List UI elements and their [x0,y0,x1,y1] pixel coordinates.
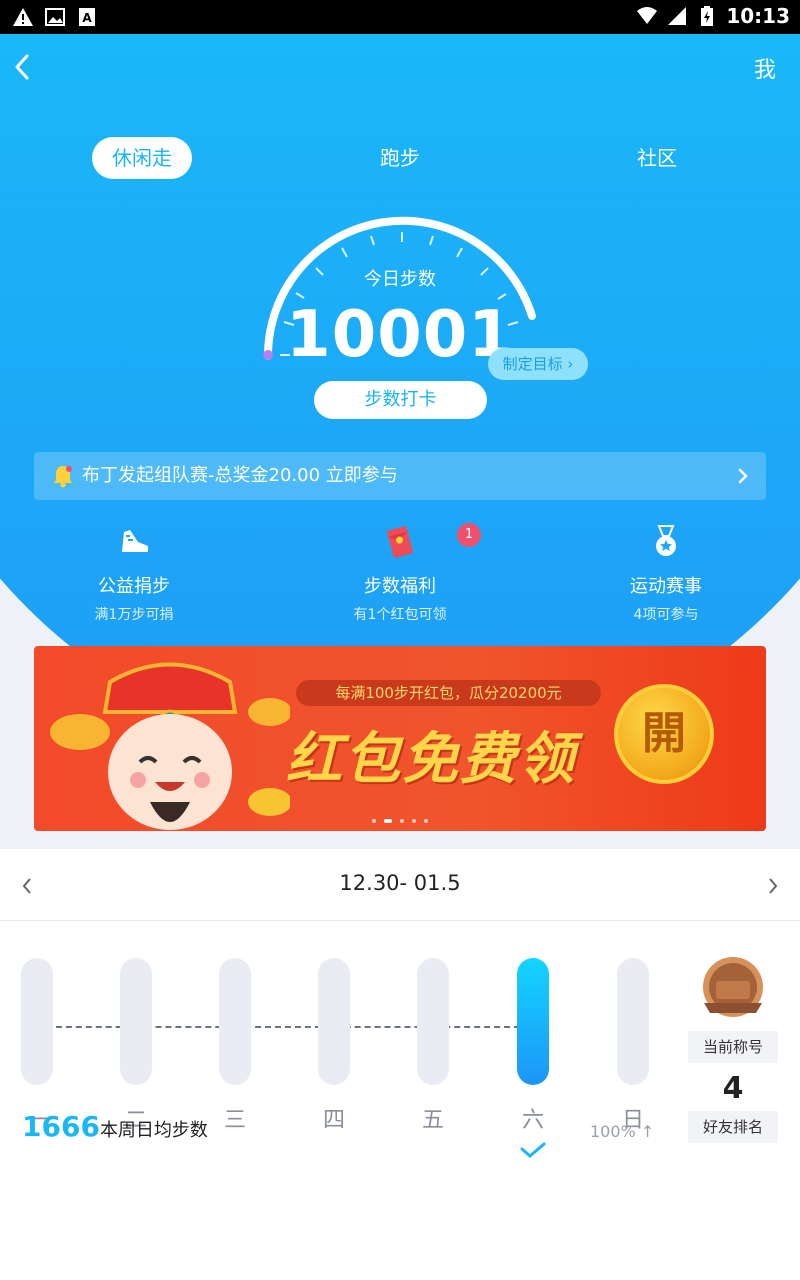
open-coin-button[interactable]: 開 [614,684,714,784]
carousel-dot [384,819,392,823]
fortune-god-illustration [50,662,290,830]
percent-value: 100% [590,1122,636,1141]
carousel-dots [34,808,766,827]
set-goal-label: 制定目标 [502,355,563,373]
chevron-right-icon[interactable] [766,877,780,895]
banner-promo: 每满100步开红包，瓜分20200元 [296,680,601,706]
red-envelope-icon [387,526,413,558]
profile-button[interactable]: 我 [754,52,776,84]
carousel-dot [400,819,404,823]
day-bar[interactable] [417,958,449,1085]
team-race-notice[interactable]: 布丁发起组队赛-总奖金20.00 立即参与 [34,452,766,500]
battery-icon [701,6,714,26]
average-label: 本周日均步数 [99,1120,208,1141]
tab-run[interactable]: 跑步 [370,137,430,179]
svg-text:A: A [82,11,92,25]
carousel-dot [424,819,428,823]
friend-rank-label[interactable]: 好友排名 [688,1111,778,1143]
chevron-right-icon: › [567,355,574,373]
gauge-label: 今日步数 [364,269,436,290]
font-icon: A [79,8,95,26]
warning-icon [13,8,33,26]
week-selector: 12.30- 01.5 [0,849,800,921]
day-bar[interactable] [219,958,251,1085]
step-count: 10001 [286,298,514,372]
feature-subtitle: 有1个红包可领 [353,607,447,623]
back-icon[interactable] [8,52,38,82]
feature-charity-steps[interactable]: 公益捐步 满1万步可捐 [34,520,234,624]
day-bar[interactable] [120,958,152,1085]
friend-rank-value: 4 [722,1071,744,1106]
weekly-average: 1666本周日均步数 [22,1110,208,1143]
average-value: 1666 [22,1110,100,1143]
title-badge-icon[interactable] [698,955,768,1025]
carousel-dot [372,819,376,823]
day-bar[interactable] [21,958,53,1085]
carousel-dot [412,819,416,823]
feature-sports-events[interactable]: 运动赛事 4项可参与 [566,520,766,624]
clock: 10:13 [726,4,790,28]
tab-bar: 休闲走 跑步 社区 [0,137,800,179]
week-range: 12.30- 01.5 [339,871,461,895]
notice-text: 布丁发起组队赛-总奖金20.00 立即参与 [82,465,398,486]
image-icon [45,8,65,26]
shoe-icon [122,530,148,552]
wifi-icon [637,7,658,24]
feature-title: 步数福利 [364,576,436,597]
day-bar-fill [517,958,549,1085]
signal-icon [668,7,687,25]
day-label: 三 [223,1108,246,1133]
set-goal-button[interactable]: 制定目标 › [488,348,588,380]
current-title-label[interactable]: 当前称号 [688,1031,778,1063]
medal-icon [656,525,676,556]
tab-walk[interactable]: 休闲走 [92,137,192,179]
progress-percent: 100% ↑ [590,1122,654,1141]
feature-title: 公益捐步 [98,576,170,597]
red-packet-banner[interactable]: 每满100步开红包，瓜分20200元 红包免费领 開 [34,646,766,831]
day-bar[interactable] [517,958,549,1085]
feature-title: 运动赛事 [630,576,702,597]
arrow-up-icon: ↑ [635,1122,655,1141]
day-label: 四 [322,1108,345,1133]
chevron-right-icon [738,468,748,484]
feature-row: 公益捐步 满1万步可捐 步数福利 有1个红包可领 运动赛事 4项可参与 [0,520,800,630]
feature-subtitle: 满1万步可捐 [94,607,174,623]
notification-badge: 1 [457,523,481,547]
day-label: 五 [421,1108,444,1133]
status-bar: A 10:13 [0,0,800,34]
day-bar[interactable] [617,958,649,1085]
step-checkin-button[interactable]: 步数打卡 [314,381,487,419]
check-icon [520,1142,546,1158]
day-label: 六 [521,1108,544,1133]
day-bar[interactable] [318,958,350,1085]
banner-title: 红包免费领 [286,727,576,792]
feature-subtitle: 4项可参与 [633,607,699,623]
bell-icon [54,466,72,488]
tab-community[interactable]: 社区 [627,137,687,179]
